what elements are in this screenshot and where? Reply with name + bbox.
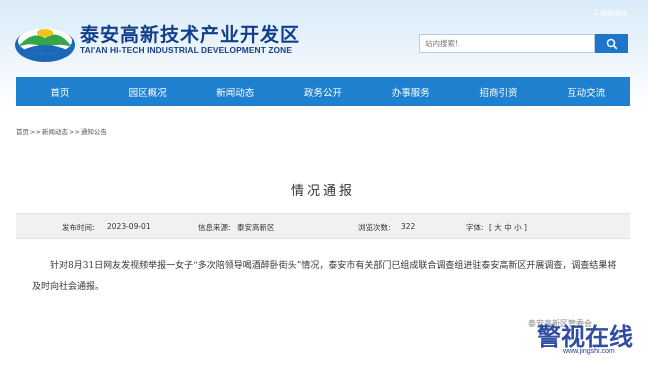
publish-date: 2023-09-01 [107,222,151,231]
site-subtitle: TAI'AN HI-TECH INDUSTRIAL DEVELOPMENT ZO… [80,45,292,55]
watermark-logo: 警视在线 [537,322,633,351]
breadcrumb: 首页>>新闻动态>>通知公告 [16,126,107,136]
source-label: 信息来源: [198,223,231,232]
site-title: 泰安高新技术产业开发区 [80,24,301,46]
nav-item-home[interactable]: 首页 [16,77,104,106]
nav-item-interaction[interactable]: 互动交流 [542,77,630,106]
breadcrumb-news[interactable]: 新闻动态 [42,128,68,136]
font-size-label: 字体: [466,223,484,232]
article-body: 针对8月31日网友发视频举报一女子“多次陪领导喝酒醉卧街头”情况，泰安市有关部门… [32,261,617,292]
publish-date-label: 发布时间: [62,223,95,232]
nav-item-overview[interactable]: 园区概况 [104,77,192,106]
main-nav: 首页 园区概况 新闻动态 政务公开 办事服务 招商引资 互动交流 [16,77,630,106]
breadcrumb-notices[interactable]: 通知公告 [81,128,107,136]
breadcrumb-separator: >> [68,128,80,136]
watermark-url: www.jingshi.com [563,348,615,355]
source-value: 泰安高新区 [237,223,275,232]
nav-item-investment[interactable]: 招商引资 [455,77,543,106]
breadcrumb-home[interactable]: 首页 [16,128,29,136]
nav-item-services[interactable]: 办事服务 [367,77,455,106]
views-count: 322 [401,222,416,231]
font-size-selector[interactable]: [ 大 中 小 ] [489,222,527,233]
search-button[interactable] [595,34,628,53]
article-title: 情况通报 [290,184,355,199]
breadcrumb-separator: >> [30,128,41,136]
search-icon [606,38,617,49]
mountain-sun-logo-icon[interactable] [14,20,76,64]
nav-item-government[interactable]: 政务公开 [279,77,367,106]
article-meta: 发布时间: 2023-09-01 信息来源: 泰安高新区 浏览次数: 322 字… [16,213,630,239]
nav-item-news[interactable]: 新闻动态 [191,77,279,106]
accessibility-link[interactable]: 无障碍阅读 [593,9,628,19]
search-input[interactable] [419,34,595,53]
views-label: 浏览次数: [358,223,391,232]
